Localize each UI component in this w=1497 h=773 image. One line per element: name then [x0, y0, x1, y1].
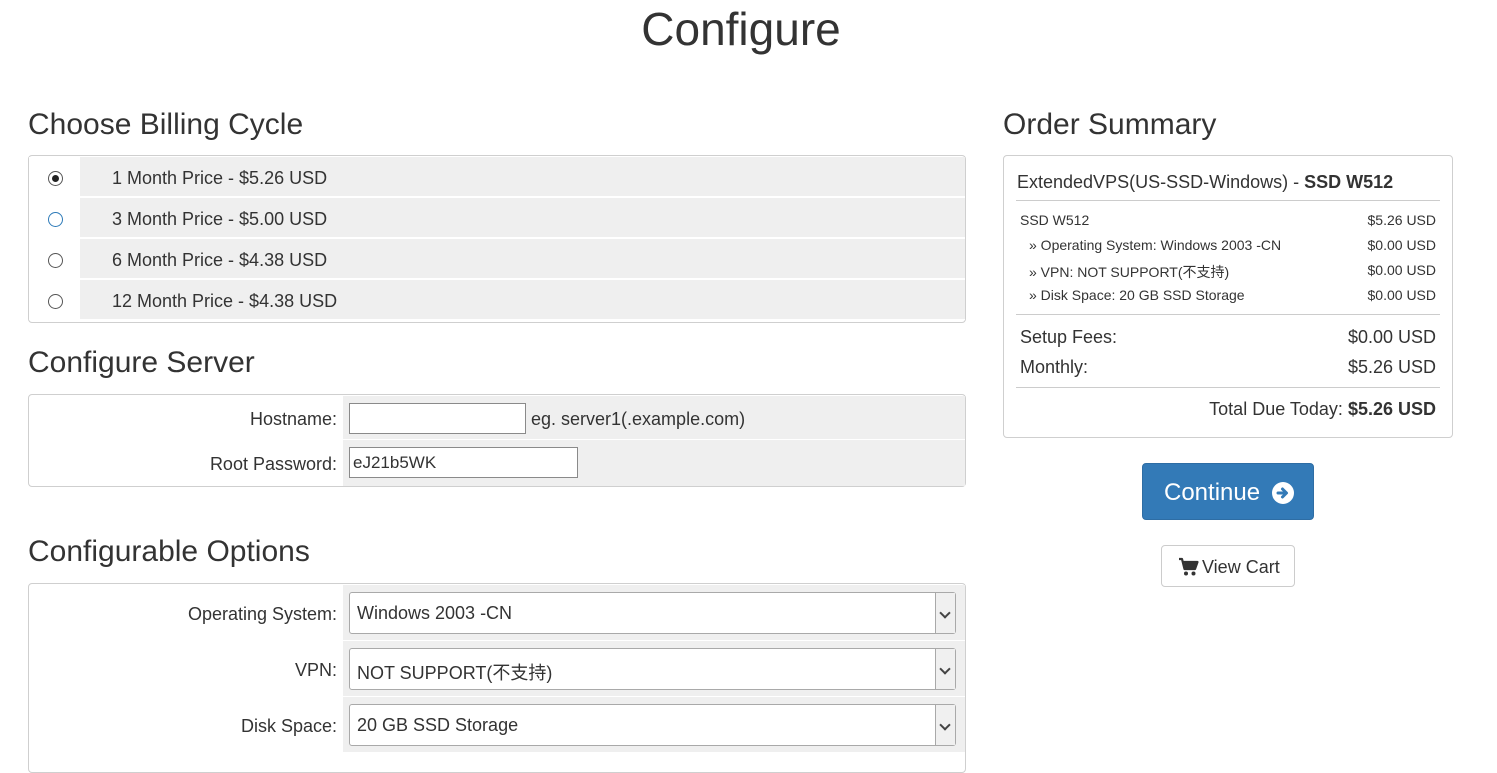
configure-server-box: Hostname: eg. server1(.example.com) Root…	[28, 394, 966, 487]
shopping-cart-icon	[1178, 557, 1200, 582]
continue-label: Continue	[1164, 479, 1261, 506]
billing-cycle-title: Choose Billing Cycle	[28, 108, 304, 141]
disk-space-value: 20 GB SSD Storage	[357, 715, 519, 735]
view-cart-button[interactable]: View Cart	[1161, 545, 1295, 587]
vpn-select[interactable]: NOT SUPPORT(不支持)	[349, 648, 956, 690]
setup-fees-label: Setup Fees:	[1020, 327, 1118, 347]
configure-server-title: Configure Server	[28, 346, 255, 379]
hostname-input[interactable]	[349, 403, 526, 434]
billing-radio-6-month[interactable]	[48, 253, 63, 268]
billing-option-label[interactable]: 12 Month Price - $4.38 USD	[112, 291, 337, 312]
operating-system-row: Operating System: Windows 2003 -CN	[29, 585, 965, 640]
billing-option-label[interactable]: 6 Month Price - $4.38 USD	[112, 250, 327, 271]
vpn-value: NOT SUPPORT(不支持)	[357, 663, 553, 683]
root-password-row: Root Password:	[29, 440, 965, 486]
summary-line-item: » Disk Space: 20 GB SSD Storage $0.00 US…	[1029, 287, 1436, 303]
summary-line-item: SSD W512 $5.26 USD	[1020, 212, 1436, 228]
billing-option-1-month[interactable]: 1 Month Price - $5.26 USD	[29, 157, 965, 197]
hostname-hint: eg. server1(.example.com)	[531, 409, 746, 429]
monthly-row: Monthly: $5.26 USD	[1020, 357, 1436, 378]
billing-option-3-month[interactable]: 3 Month Price - $5.00 USD	[29, 198, 965, 238]
disk-space-select[interactable]: 20 GB SSD Storage	[349, 704, 956, 746]
billing-option-12-month[interactable]: 12 Month Price - $4.38 USD	[29, 280, 965, 320]
page-title: Configure	[641, 3, 841, 55]
billing-radio-3-month[interactable]	[48, 212, 63, 227]
total-due-label: Total Due Today:	[1209, 399, 1348, 419]
disk-space-row: Disk Space: 20 GB SSD Storage	[29, 697, 965, 752]
product-name: SSD W512	[1304, 172, 1394, 192]
total-due-amount: $5.26 USD	[1347, 399, 1436, 419]
billing-cycle-box: 1 Month Price - $5.26 USD 3 Month Price …	[28, 155, 966, 323]
setup-fees-amount: $0.00 USD	[1347, 327, 1436, 347]
configurable-options-box: Operating System: Windows 2003 -CN VPN: …	[28, 583, 966, 773]
chevron-down-icon[interactable]	[935, 649, 955, 689]
vpn-label: VPN:	[294, 660, 337, 680]
product-group: ExtendedVPS(US-SSD-Windows) -	[1017, 172, 1305, 192]
continue-button[interactable]: Continue	[1142, 463, 1314, 520]
hostname-row: Hostname: eg. server1(.example.com)	[29, 396, 965, 440]
billing-option-6-month[interactable]: 6 Month Price - $4.38 USD	[29, 239, 965, 279]
summary-line-item: » Operating System: Windows 2003 -CN $0.…	[1029, 237, 1436, 253]
billing-radio-1-month[interactable]	[48, 171, 63, 186]
view-cart-label: View Cart	[1202, 557, 1280, 577]
operating-system-value: Windows 2003 -CN	[357, 603, 513, 623]
monthly-label: Monthly:	[1020, 357, 1089, 377]
billing-radio-12-month[interactable]	[48, 294, 63, 309]
operating-system-select[interactable]: Windows 2003 -CN	[349, 592, 956, 634]
chevron-down-icon[interactable]	[935, 593, 955, 633]
divider	[1016, 387, 1440, 388]
order-summary-title: Order Summary	[1003, 108, 1217, 141]
vpn-row: VPN: NOT SUPPORT(不支持)	[29, 641, 965, 696]
setup-fees-row: Setup Fees: $0.00 USD	[1020, 327, 1436, 348]
billing-option-label[interactable]: 3 Month Price - $5.00 USD	[112, 209, 327, 230]
order-summary-box: ExtendedVPS(US-SSD-Windows) - SSD W512 S…	[1003, 155, 1453, 438]
root-password-label: Root Password:	[209, 454, 337, 474]
billing-option-label[interactable]: 1 Month Price - $5.26 USD	[112, 168, 327, 189]
divider	[1016, 314, 1440, 315]
monthly-amount: $5.26 USD	[1347, 357, 1436, 377]
divider	[1016, 200, 1440, 201]
total-due-today: Total Due Today: $5.26 USD	[1209, 399, 1436, 420]
chevron-down-icon[interactable]	[935, 705, 955, 745]
hostname-label: Hostname:	[249, 409, 337, 429]
operating-system-label: Operating System:	[187, 604, 337, 624]
configurable-options-title: Configurable Options	[28, 535, 310, 568]
arrow-circle-right-icon	[1272, 482, 1294, 504]
summary-product-name: ExtendedVPS(US-SSD-Windows) - SSD W512	[1017, 172, 1393, 193]
disk-space-label: Disk Space:	[240, 716, 337, 736]
summary-line-item: » VPN: NOT SUPPORT(不支持) $0.00 USD	[1029, 262, 1436, 280]
root-password-input[interactable]	[349, 447, 578, 478]
